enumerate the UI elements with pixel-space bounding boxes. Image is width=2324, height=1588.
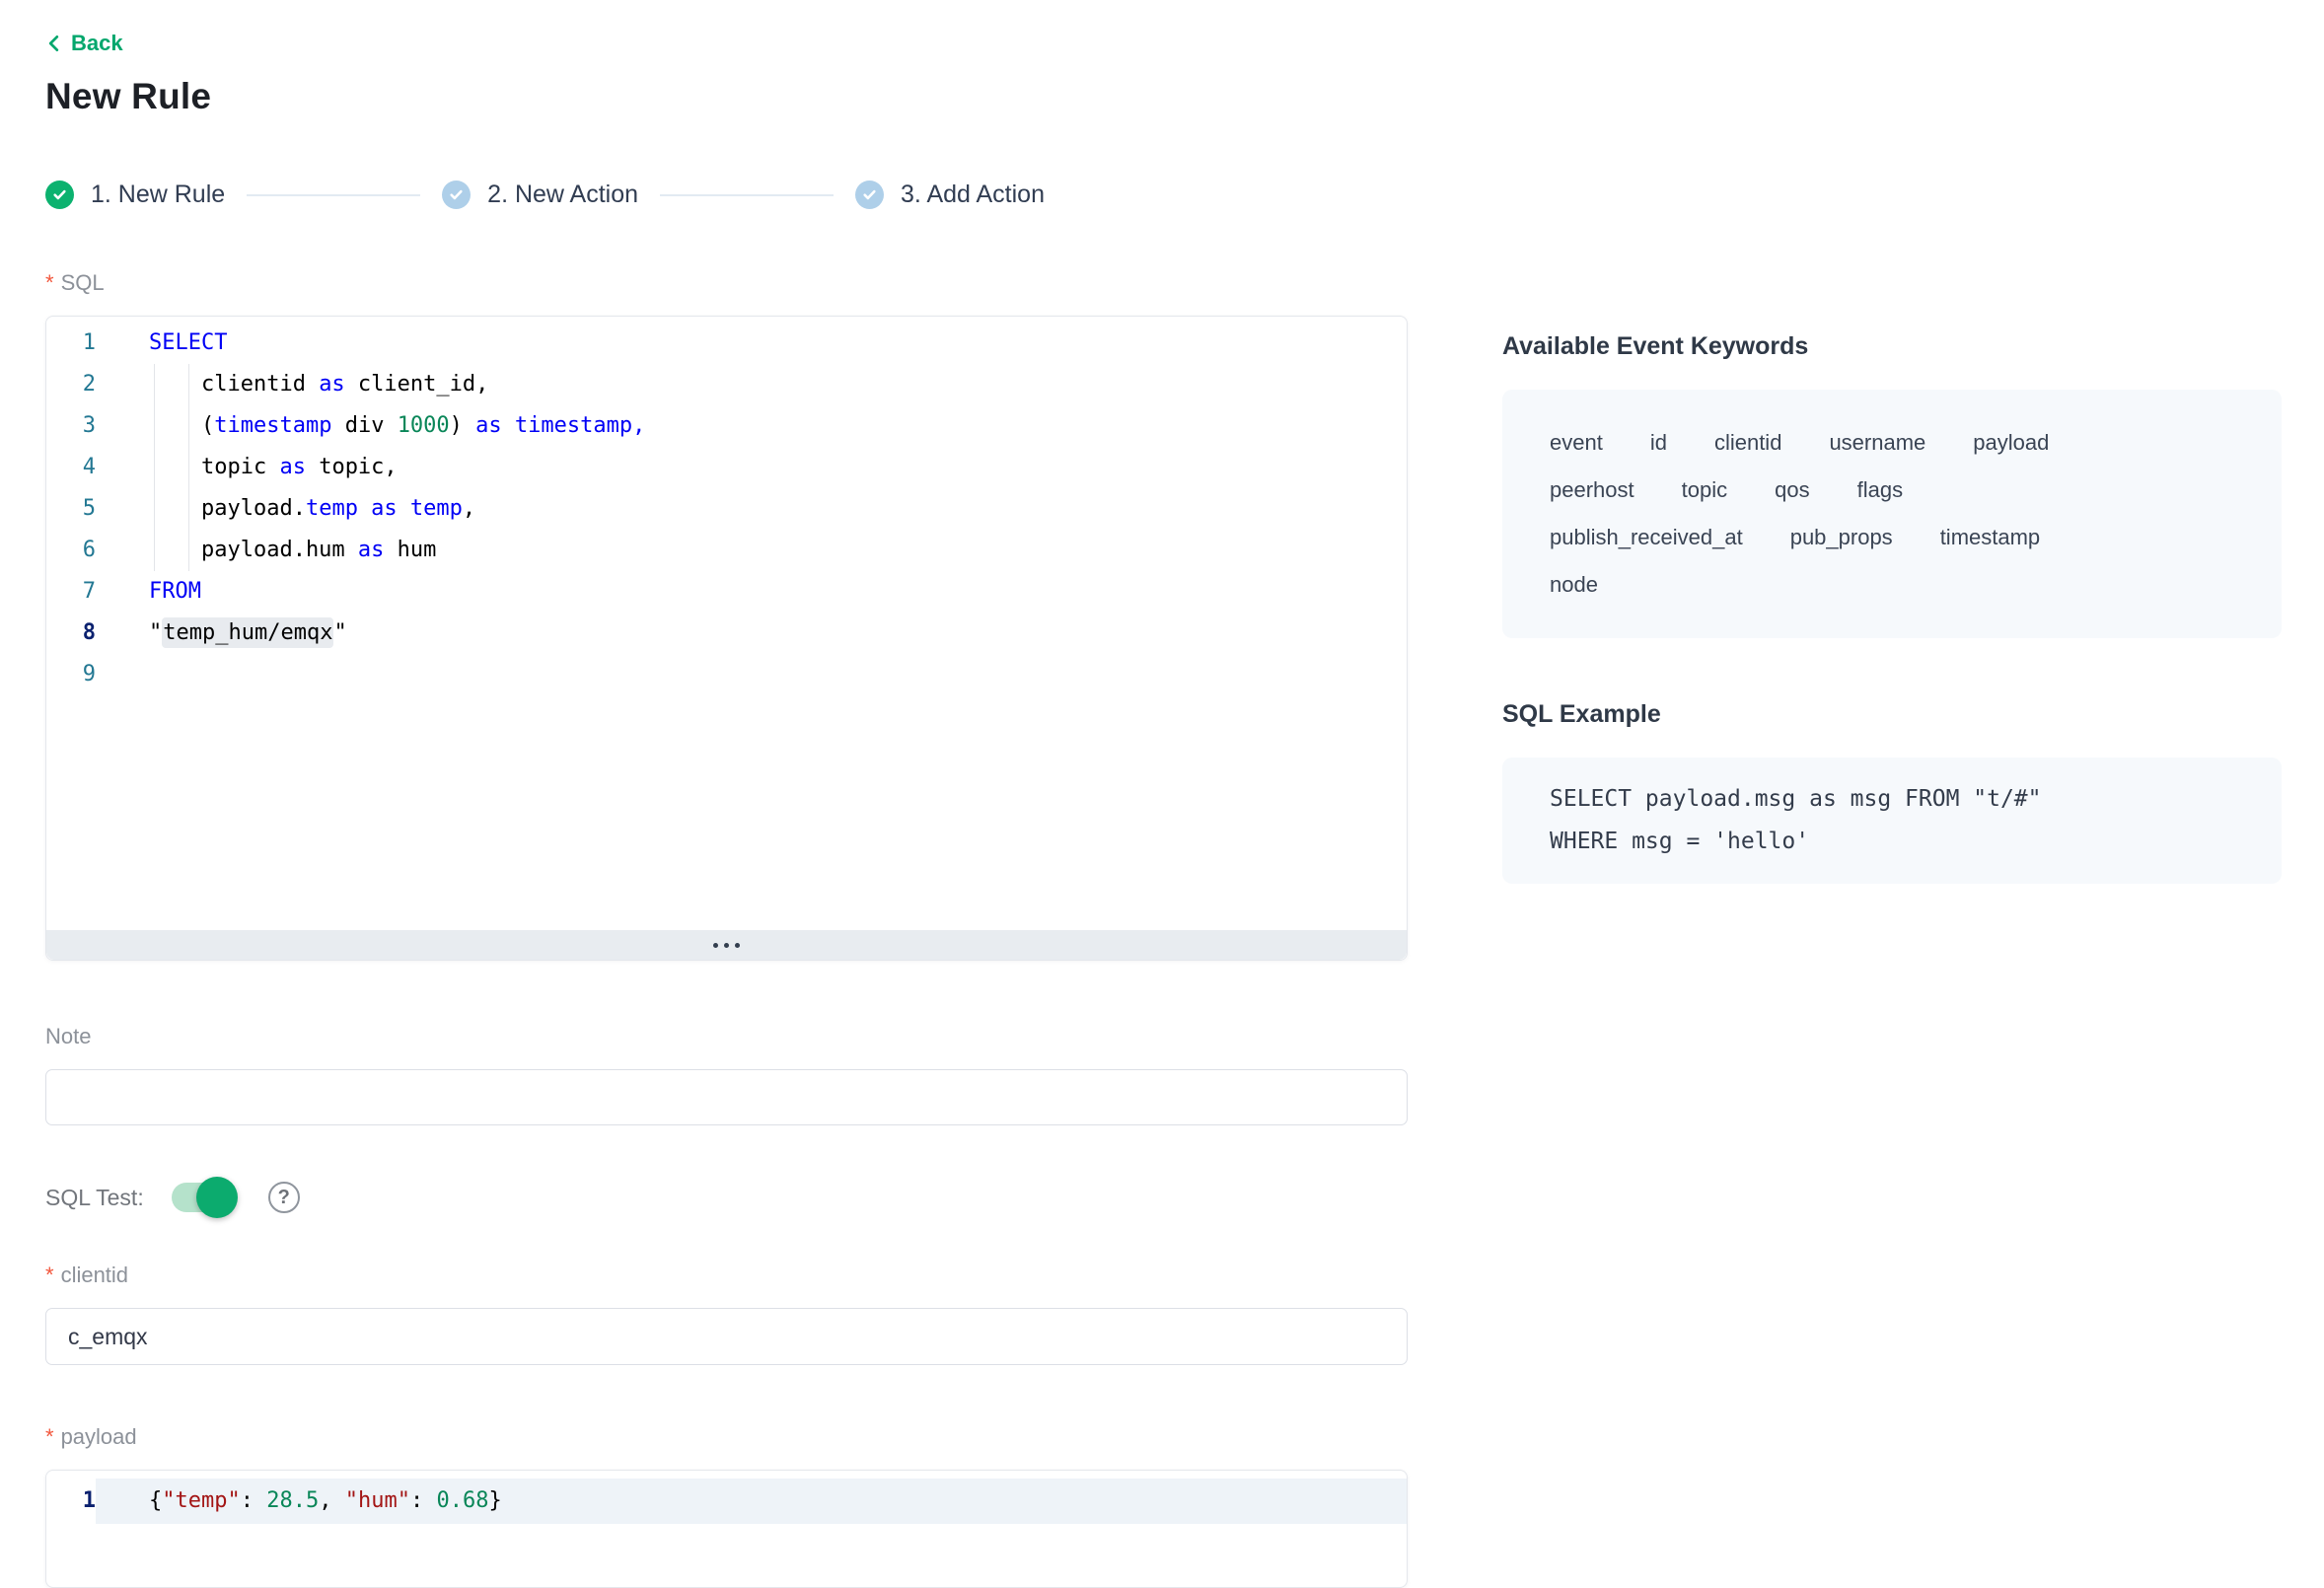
sql-editor[interactable]: 1SELECT2 clientid as client_id,3 (timest… bbox=[45, 316, 1408, 961]
code-line: 8"temp_hum/emqx" bbox=[46, 613, 1407, 654]
code-line: 4 topic as topic, bbox=[46, 447, 1407, 488]
keyword-row: publish_received_at pub_props timestamp bbox=[1550, 514, 2234, 561]
keyword-row: eventid clientid username payload bbox=[1550, 419, 2234, 467]
available-event-keywords-title: Available Event Keywords bbox=[1502, 332, 2282, 361]
keyword-payload[interactable]: payload bbox=[1973, 419, 2049, 467]
step-connector bbox=[660, 194, 834, 196]
step-connector bbox=[247, 194, 420, 196]
step-done-check-icon bbox=[45, 180, 74, 209]
keyword-publish_received_at[interactable]: publish_received_at bbox=[1550, 514, 1743, 561]
back-label: Back bbox=[71, 30, 123, 57]
code-line: 6 payload.hum as hum bbox=[46, 530, 1407, 571]
step-label: 2. New Action bbox=[487, 180, 638, 209]
keyword-clientid[interactable]: clientid bbox=[1714, 419, 1781, 467]
keyword-pub_props[interactable]: pub_props bbox=[1790, 514, 1893, 561]
keyword-event[interactable]: event bbox=[1550, 419, 1603, 467]
step-pending-check-icon bbox=[855, 180, 884, 209]
keyword-topic[interactable]: topic bbox=[1682, 467, 1727, 514]
clientid-input[interactable] bbox=[45, 1308, 1408, 1365]
payload-code: 1{"temp": 28.5, "hum": 0.68} bbox=[46, 1471, 1407, 1524]
code-line: 2 clientid as client_id, bbox=[46, 364, 1407, 405]
keyword-qos[interactable]: qos bbox=[1775, 467, 1809, 514]
page-title: New Rule bbox=[45, 76, 2324, 117]
code-line: 7FROM bbox=[46, 571, 1407, 613]
wizard-stepper: 1. New Rule 2. New Action 3. Add Action bbox=[45, 180, 2324, 209]
event-keywords-panel: eventid clientid username payload peerhost to… bbox=[1502, 390, 2282, 638]
step-pending-check-icon bbox=[442, 180, 471, 209]
payload-editor[interactable]: 1{"temp": 28.5, "hum": 0.68} bbox=[45, 1470, 1408, 1588]
required-asterisk: * bbox=[45, 1263, 54, 1287]
sql-field-label: *SQL bbox=[45, 270, 1408, 296]
line-number: 2 bbox=[46, 364, 96, 405]
editor-resize-handle[interactable] bbox=[46, 930, 1407, 960]
sql-test-label: SQL Test: bbox=[45, 1185, 144, 1211]
keyword-row: node bbox=[1550, 561, 2234, 609]
resize-dots-icon bbox=[724, 943, 729, 948]
keyword-timestamp[interactable]: timestamp bbox=[1940, 514, 2040, 561]
sql-example-panel: SELECT payload.msg as msg FROM "t/#"WHER… bbox=[1502, 758, 2282, 884]
line-number: 5 bbox=[46, 488, 96, 530]
clientid-field-label: *clientid bbox=[45, 1263, 1408, 1288]
keyword-peerhost[interactable]: peerhost bbox=[1550, 467, 1634, 514]
code-line: 1{"temp": 28.5, "hum": 0.68} bbox=[46, 1479, 1407, 1524]
step-new-action[interactable]: 2. New Action bbox=[442, 180, 638, 209]
keyword-username[interactable]: username bbox=[1829, 419, 1925, 467]
resize-dots-icon bbox=[713, 943, 718, 948]
keyword-id[interactable]: id bbox=[1650, 419, 1667, 467]
help-icon[interactable]: ? bbox=[268, 1182, 300, 1213]
back-button[interactable]: Back bbox=[45, 30, 123, 57]
keyword-node[interactable]: node bbox=[1550, 561, 1598, 609]
line-number: 1 bbox=[46, 1479, 96, 1524]
indent-guide bbox=[188, 364, 189, 571]
step-label: 1. New Rule bbox=[91, 180, 225, 209]
note-input[interactable] bbox=[45, 1069, 1408, 1125]
code-line: 3 (timestamp div 1000) as timestamp, bbox=[46, 405, 1407, 447]
required-asterisk: * bbox=[45, 1424, 54, 1449]
line-number: 4 bbox=[46, 447, 96, 488]
sql-example-title: SQL Example bbox=[1502, 700, 2282, 729]
sql-code: 1SELECT2 clientid as client_id,3 (timest… bbox=[46, 317, 1407, 695]
line-number: 1 bbox=[46, 323, 96, 364]
sql-example-line: WHERE msg = 'hello' bbox=[1550, 821, 2234, 863]
required-asterisk: * bbox=[45, 270, 54, 295]
line-number: 9 bbox=[46, 654, 96, 695]
new-rule-page: Back New Rule 1. New Rule 2. New Action … bbox=[0, 0, 2324, 1547]
code-line: 1SELECT bbox=[46, 323, 1407, 364]
code-line: 9 bbox=[46, 654, 1407, 695]
note-field-label: Note bbox=[45, 1024, 1408, 1049]
line-number: 8 bbox=[46, 613, 96, 654]
keyword-row: peerhost topic qos flags bbox=[1550, 467, 2234, 514]
step-label: 3. Add Action bbox=[901, 180, 1045, 209]
sql-example-line: SELECT payload.msg as msg FROM "t/#" bbox=[1550, 778, 2234, 821]
code-line: 5 payload.temp as temp, bbox=[46, 488, 1407, 530]
indent-guide bbox=[154, 364, 155, 571]
keyword-flags[interactable]: flags bbox=[1857, 467, 1903, 514]
step-new-rule[interactable]: 1. New Rule bbox=[45, 180, 225, 209]
payload-field-label: *payload bbox=[45, 1424, 1408, 1450]
step-add-action[interactable]: 3. Add Action bbox=[855, 180, 1045, 209]
line-number: 3 bbox=[46, 405, 96, 447]
line-number: 6 bbox=[46, 530, 96, 571]
sql-test-toggle[interactable] bbox=[172, 1183, 235, 1212]
resize-dots-icon bbox=[735, 943, 740, 948]
toggle-knob bbox=[196, 1177, 238, 1218]
line-number: 7 bbox=[46, 571, 96, 613]
chevron-left-icon bbox=[45, 34, 62, 53]
